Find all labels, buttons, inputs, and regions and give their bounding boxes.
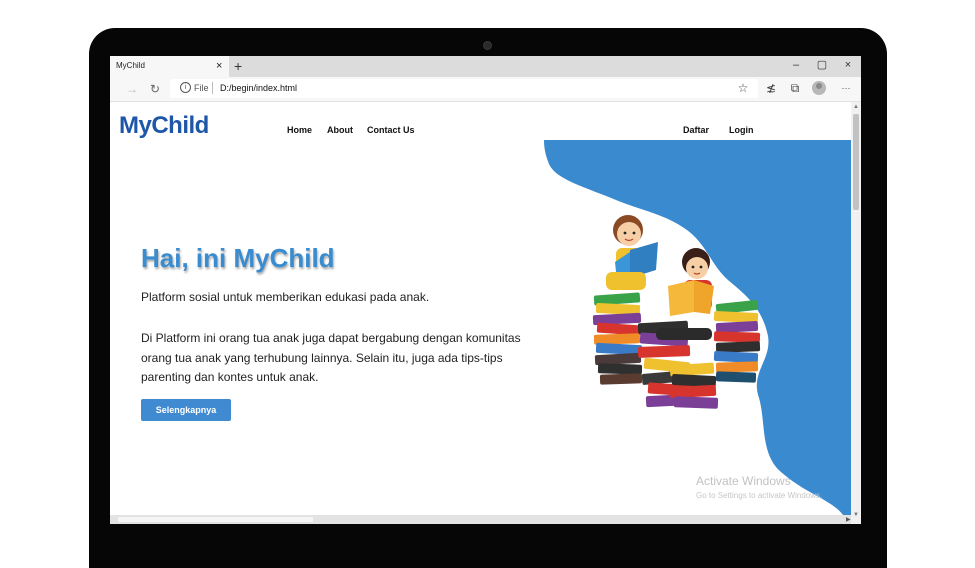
browser-titlebar: MyChild × + – ▢ × [110,56,861,77]
collections-icon[interactable]: ⧉ [786,80,804,96]
browser-toolbar: → ↻ i File D:/begin/index.html ☆ ≴ ⧉ ··· [110,77,861,102]
scroll-up-icon[interactable]: ▲ [853,104,859,110]
tab-close-icon[interactable]: × [216,59,222,73]
login-link[interactable]: Login [729,125,754,135]
url-separator [212,82,213,94]
scroll-right-icon[interactable]: ▶ [846,516,851,523]
book-stack-left [592,292,643,385]
favorites-list-icon[interactable]: ≴ [762,80,780,96]
hero-title: Hai, ini MyChild [141,243,335,273]
hero-description: Di Platform ini orang tua anak juga dapa… [141,331,521,384]
site-logo[interactable]: MyChild [119,112,209,140]
vertical-scroll-thumb[interactable] [853,114,859,210]
activate-windows-title: Activate Windows [696,474,791,488]
tab-title: MyChild [116,61,145,70]
hero-subtitle: Platform sosial untuk memberikan edukasi… [141,290,430,304]
hero-blue-blob [544,140,851,515]
book-stack-right [713,300,761,383]
girl-reading [606,215,658,290]
new-tab-button[interactable]: + [234,57,242,75]
nav-home-link[interactable]: Home [287,125,312,135]
profile-avatar-icon[interactable] [812,81,826,95]
horizontal-scrollbar[interactable]: ▶ [110,515,851,524]
nav-contact-link[interactable]: Contact Us [367,125,415,135]
reload-icon[interactable]: ↻ [150,81,160,97]
browser-tab[interactable]: MyChild × [110,56,229,77]
browser-window: MyChild × + – ▢ × → ↻ i File D:/begin/in… [110,56,861,524]
activate-windows-hint: Go to Settings to activate Windows. [696,491,823,500]
url-text[interactable]: D:/begin/index.html [220,83,297,93]
info-icon[interactable]: i [180,82,191,93]
vertical-scrollbar[interactable]: ▲ ▼ [851,102,861,524]
minimize-button[interactable]: – [786,57,806,74]
scroll-down-icon[interactable]: ▼ [853,512,859,518]
more-menu-icon[interactable]: ··· [837,80,855,96]
back-arrow-icon[interactable]: → [126,81,138,97]
webcam-dot [483,41,492,50]
hero-illustration [544,140,851,515]
favorite-star-icon[interactable]: ☆ [734,80,752,96]
url-scheme-label: File [194,83,209,93]
page-viewport: MyChild Home About Contact Us Daftar Log… [110,102,851,515]
register-link[interactable]: Daftar [683,125,709,135]
maximize-button[interactable]: ▢ [812,57,832,74]
read-more-button[interactable]: Selengkapnya [141,399,231,421]
nav-about-link[interactable]: About [327,125,353,135]
address-bar[interactable]: i File D:/begin/index.html [170,79,758,98]
horizontal-scroll-thumb[interactable] [118,517,313,522]
close-window-button[interactable]: × [838,57,858,74]
